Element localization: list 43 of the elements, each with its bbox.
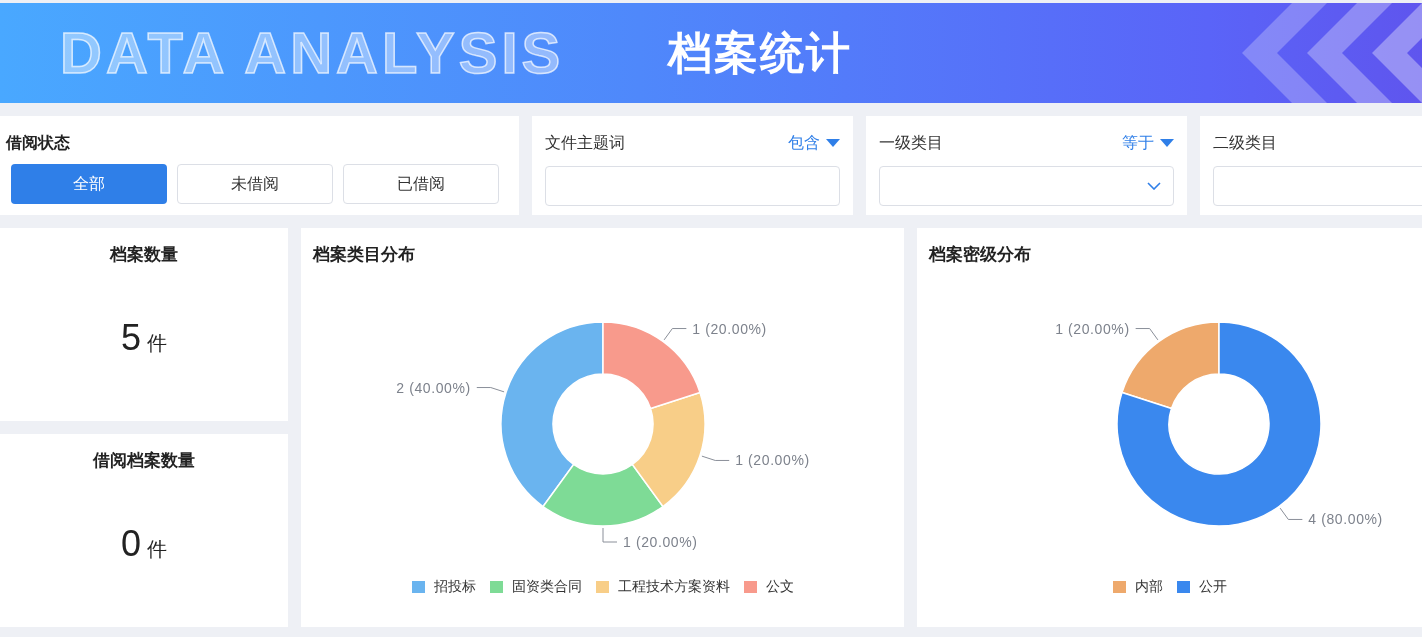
value-label: 1 (20.00%)	[663, 320, 767, 341]
data-label: 1 (20.00%)	[692, 320, 767, 337]
chevron-down-icon	[1147, 182, 1161, 190]
decorative-heading: DATA ANALYSIS	[60, 19, 566, 87]
data-label: 1 (20.00%)	[1055, 320, 1130, 337]
legend-label[interactable]: 公开	[1198, 576, 1227, 597]
operator-dropdown[interactable]: 等于	[1122, 131, 1174, 155]
dropdown-triangle-icon	[826, 138, 840, 148]
legend-label[interactable]: 内部	[1134, 576, 1163, 597]
value-label: 1 (20.00%)	[602, 527, 698, 550]
stat-unit: 件	[147, 331, 167, 356]
filter-label: 借阅状态	[6, 133, 71, 153]
stat-title: 档案数量	[110, 244, 178, 266]
input-field[interactable]	[1213, 166, 1422, 206]
legend-label[interactable]: 招投标	[433, 576, 476, 597]
stat-unit: 件	[147, 537, 167, 562]
stat-value: 0	[121, 524, 141, 564]
value-label: 1 (20.00%)	[1055, 320, 1159, 341]
legend-label[interactable]: 工程技术方案资料	[617, 576, 730, 597]
dropdown-triangle-icon	[1160, 138, 1174, 148]
filter-label: 二级类目	[1213, 133, 1277, 153]
status-option-button[interactable]: 已借阅	[343, 164, 499, 204]
operator-dropdown[interactable]: 包含	[788, 131, 840, 155]
value-label: 1 (20.00%)	[701, 452, 810, 469]
select-field[interactable]	[879, 166, 1174, 206]
chart-title: 档案类目分布	[311, 244, 416, 266]
page-title: 档案统计	[668, 27, 852, 79]
stat-title: 借阅档案数量	[93, 450, 195, 472]
filter-label: 文件主题词	[545, 133, 625, 153]
data-label: 2 (40.00%)	[396, 379, 471, 396]
data-label: 1 (20.00%)	[735, 452, 810, 469]
value-label: 2 (40.00%)	[396, 379, 505, 396]
input-field[interactable]	[545, 166, 840, 206]
legend-label[interactable]: 固资类合同	[511, 576, 582, 597]
legend-label[interactable]: 公文	[765, 576, 794, 597]
status-option-button[interactable]: 全部	[11, 164, 167, 204]
filter-label: 一级类目	[879, 133, 943, 153]
value-label: 4 (80.00%)	[1279, 507, 1383, 528]
status-option-button[interactable]: 未借阅	[177, 164, 333, 204]
data-label: 1 (20.00%)	[623, 534, 698, 550]
data-label: 4 (80.00%)	[1308, 511, 1383, 528]
chart-title: 档案密级分布	[927, 244, 1032, 266]
stat-value: 5	[121, 318, 141, 358]
